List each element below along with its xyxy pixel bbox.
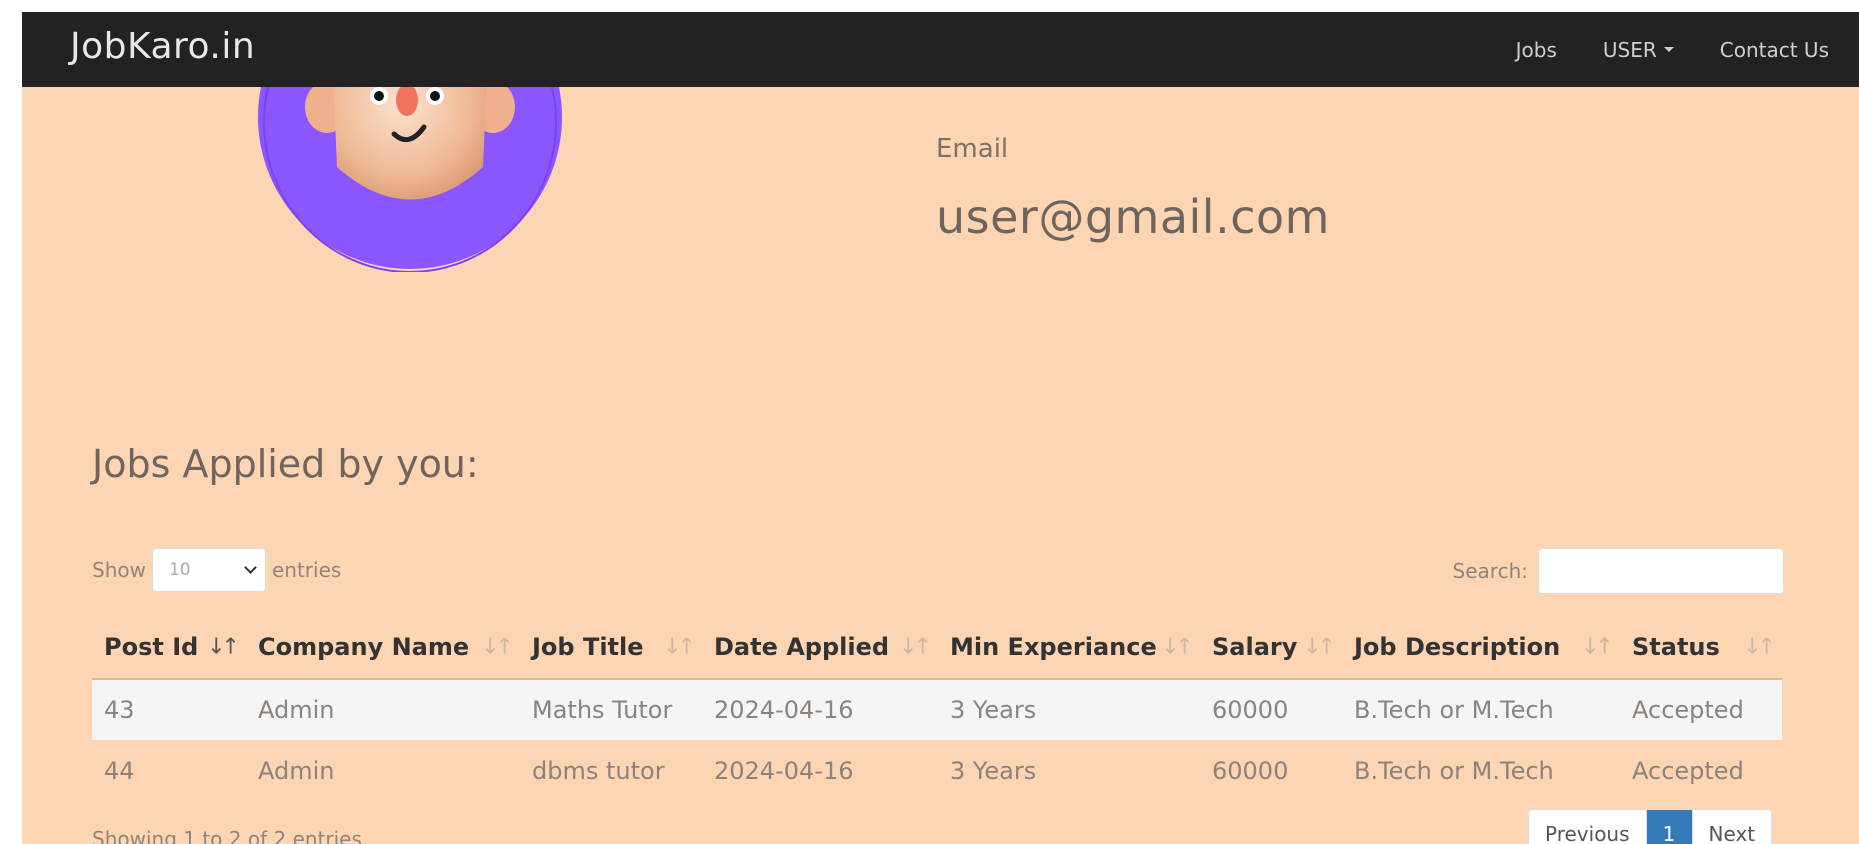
sort-icon: ↓↑ (1303, 634, 1336, 659)
cell-post-id: 43 (92, 679, 246, 740)
cell-date-applied: 2024-04-16 (702, 679, 938, 740)
cell-min-experiance: 3 Years (950, 756, 1037, 785)
next-button[interactable]: Next (1693, 810, 1772, 844)
cell-status: Accepted (1620, 679, 1782, 740)
entries-select-value: 10 (168, 560, 191, 580)
search-label: Search: (1452, 559, 1528, 583)
cell-job-description: B.Tech or M.Tech (1354, 756, 1554, 785)
entries-label: entries (271, 558, 342, 582)
sort-icon: ↓↑ (1581, 634, 1614, 659)
sort-icon: ↓↑ (1743, 634, 1776, 659)
cell-job-description: B.Tech or M.Tech (1342, 679, 1620, 740)
brand-logo-link[interactable]: JobKaro.in (70, 26, 255, 67)
chevron-down-icon (244, 561, 257, 574)
cell-salary: 60000 (1212, 756, 1289, 785)
table-row: 44 Admin dbms tutor 2024-04-16 3 Years 6… (92, 740, 1782, 801)
cell-min-experiance: 3 Years (938, 679, 1200, 740)
cell-company-name: Admin (258, 756, 335, 785)
column-header-status[interactable]: Status ↓↑ (1620, 615, 1782, 680)
table-search: Search: (1453, 548, 1784, 594)
caret-down-icon (1663, 47, 1674, 52)
jobs-applied-table: Post Id ↓↑ Company Name ↓↑ Job Title ↓↑ Dat… (92, 615, 1782, 801)
column-header-post-id[interactable]: Post Id ↓↑ (92, 615, 246, 680)
cell-status: Accepted (1632, 756, 1744, 785)
entries-select[interactable]: 10 (151, 548, 266, 592)
sort-asc-icon: ↓↑ (207, 634, 240, 659)
sort-icon: ↓↑ (481, 634, 514, 659)
pagination: Previous 1 Next (1528, 809, 1773, 844)
cell-company-name: Admin (246, 679, 520, 740)
top-navbar: JobKaro.in Jobs USER Contact Us (22, 12, 1859, 87)
nav-user-label: USER (1602, 37, 1657, 62)
nav-jobs-link[interactable]: Jobs (1516, 38, 1557, 62)
column-header-label: Min Experiance (950, 632, 1157, 661)
show-label: Show (92, 558, 146, 582)
column-header-label: Company Name (258, 632, 470, 661)
sort-icon: ↓↑ (1161, 634, 1194, 659)
column-header-label: Job Description (1354, 632, 1561, 661)
column-header-company-name[interactable]: Company Name ↓↑ (246, 615, 520, 680)
cell-date-applied: 2024-04-16 (714, 756, 854, 785)
email-value: user@gmail.com (936, 190, 1330, 244)
table-row: 43 Admin Maths Tutor 2024-04-16 3 Years … (92, 679, 1782, 740)
sort-icon: ↓↑ (663, 634, 696, 659)
search-input[interactable] (1538, 548, 1784, 594)
page-frame: JobKaro.in Jobs USER Contact Us Email us… (22, 12, 1859, 844)
nav-links: Jobs USER Contact Us (1516, 12, 1829, 87)
table-info: Showing 1 to 2 of 2 entries (92, 827, 362, 844)
column-header-salary[interactable]: Salary ↓↑ (1200, 615, 1342, 680)
cell-post-id: 44 (104, 756, 135, 785)
column-header-date-applied[interactable]: Date Applied ↓↑ (702, 615, 938, 680)
page-1-button[interactable]: 1 (1646, 810, 1693, 844)
cell-job-title: Maths Tutor (520, 679, 702, 740)
cell-job-title: dbms tutor (532, 756, 665, 785)
column-header-label: Post Id (104, 632, 199, 661)
column-header-min-experiance[interactable]: Min Experiance ↓↑ (938, 615, 1200, 680)
column-header-label: Date Applied (714, 632, 890, 661)
column-header-job-description[interactable]: Job Description ↓↑ (1342, 615, 1620, 680)
column-header-label: Job Title (532, 632, 644, 661)
column-header-label: Status (1632, 632, 1720, 661)
entries-length-control: Show 10 entries (92, 548, 341, 592)
nav-contact-link[interactable]: Contact Us (1720, 38, 1829, 62)
column-header-job-title[interactable]: Job Title ↓↑ (520, 615, 702, 680)
section-title: Jobs Applied by you: (92, 442, 479, 486)
nav-user-dropdown[interactable]: USER (1603, 38, 1674, 62)
column-header-label: Salary (1212, 632, 1298, 661)
previous-button[interactable]: Previous (1529, 810, 1647, 844)
cell-salary: 60000 (1200, 679, 1342, 740)
sort-icon: ↓↑ (899, 634, 932, 659)
email-label: Email (936, 134, 1009, 164)
table-header-row: Post Id ↓↑ Company Name ↓↑ Job Title ↓↑ Dat… (92, 615, 1782, 680)
